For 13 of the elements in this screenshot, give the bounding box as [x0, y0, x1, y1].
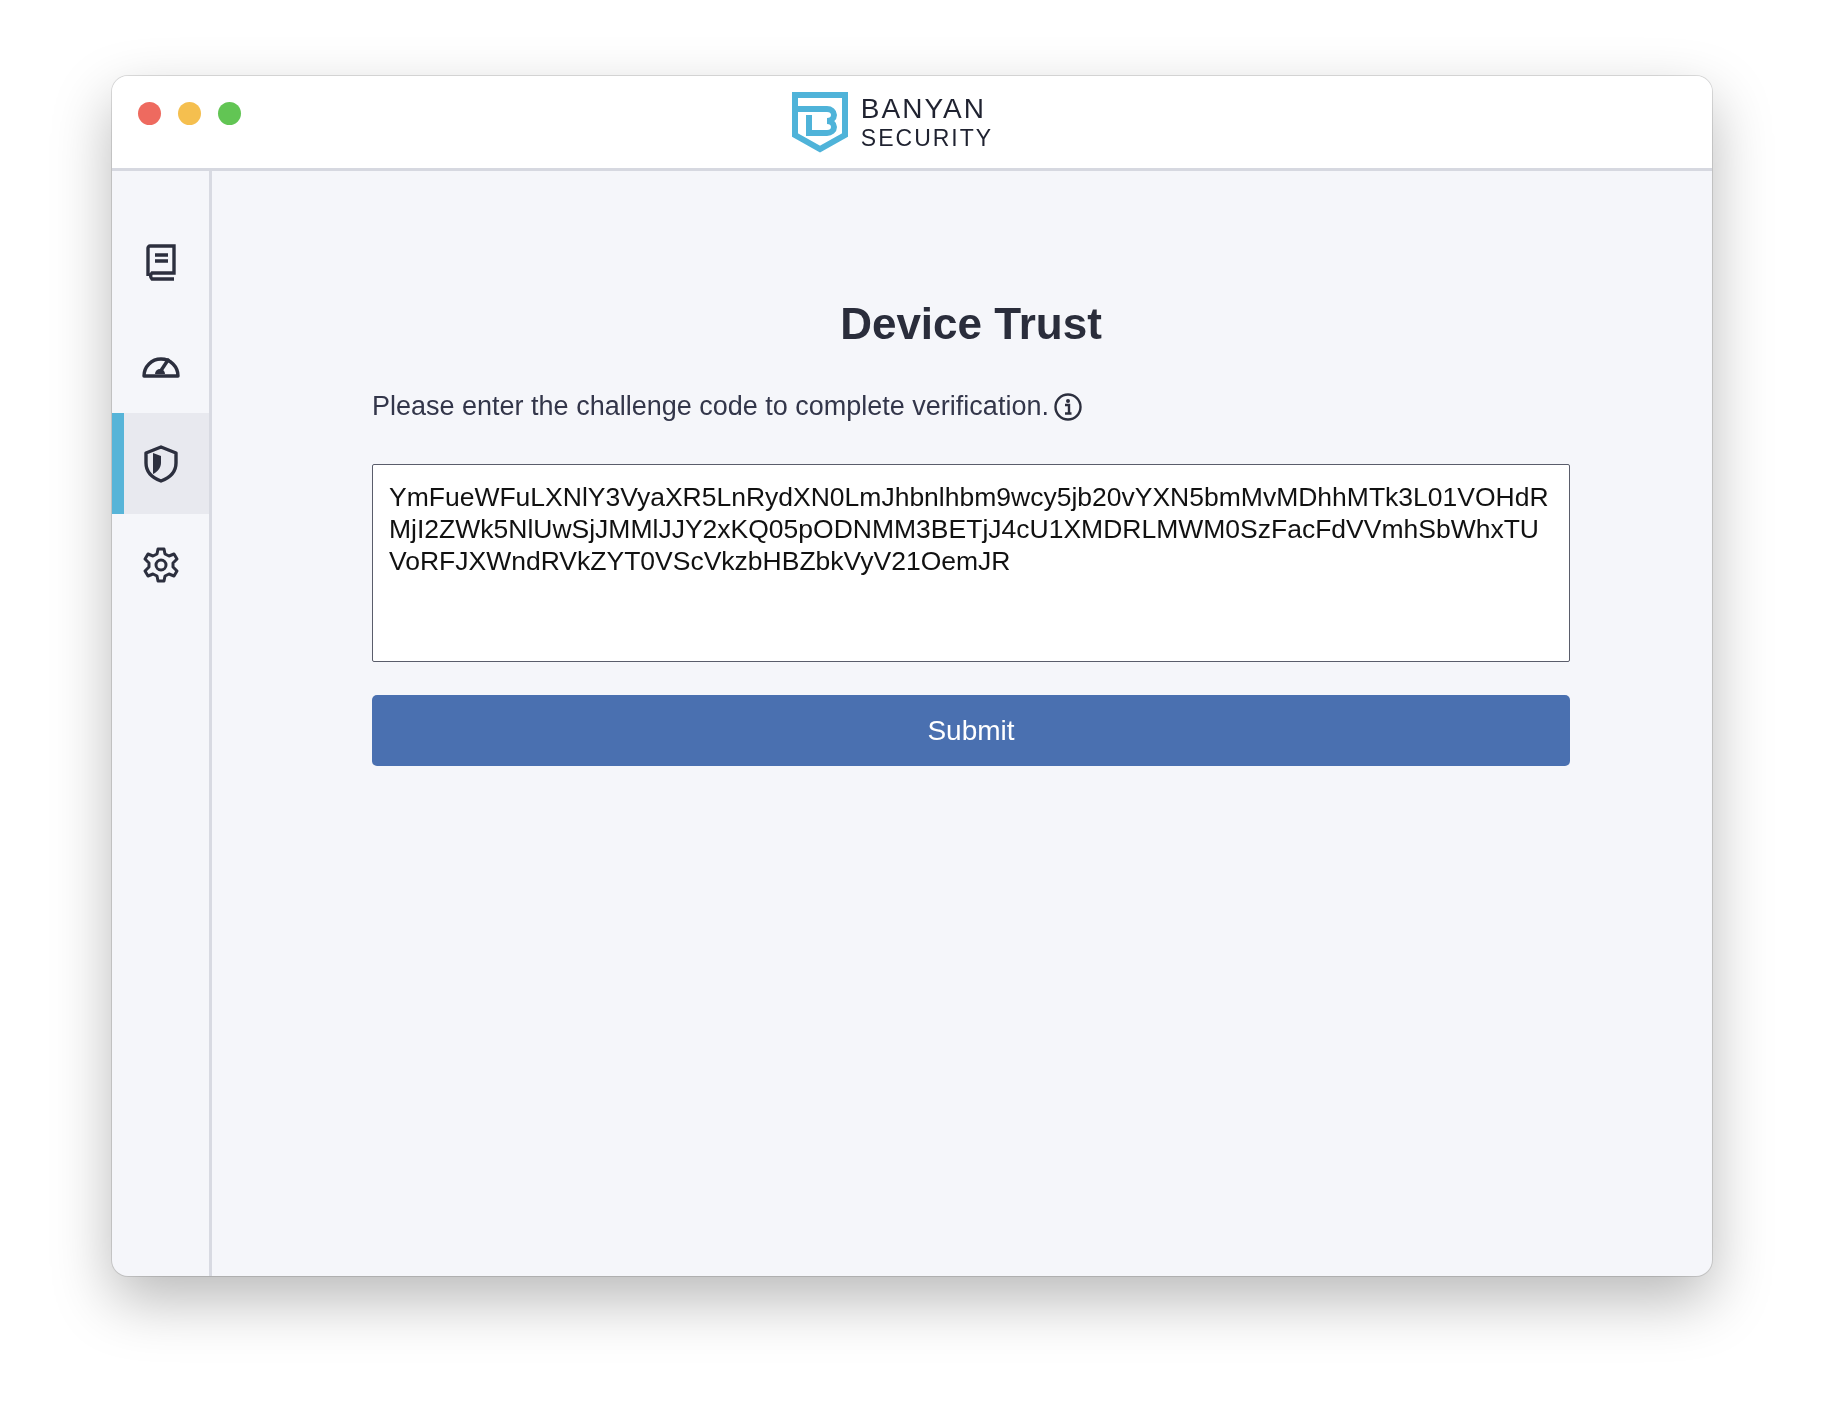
logo-icon	[790, 91, 849, 153]
shield-icon	[142, 443, 179, 484]
logo-subtext: SECURITY	[860, 126, 994, 150]
settings-icon	[141, 545, 180, 584]
info-icon[interactable]	[1052, 391, 1083, 422]
window-control[interactable]	[138, 102, 161, 125]
challenge-code-field[interactable]: YmFueWFuLXNlY3VyaXR5LnRydXN0LmJhbnlhbm9wcy5jb20vYXN5bmMvMDhhMTk3L01VOHdRMjI2ZWk5NlUwSjJMMlJJY2xKQ05pODNMM3BETjJ4cU1XMDRLMWM0SzFacFdVVmhSbWhxTUVoRFJXWndRVkZYT0VScVkzbHBZbkVyV21OemJR	[372, 464, 1570, 662]
logo-text: BANYAN	[860, 94, 987, 123]
submit-button[interactable]: Submit	[372, 695, 1570, 766]
page-title: Device Trust	[839, 299, 1103, 349]
book-icon	[143, 242, 178, 281]
instruction-text: Please enter the challenge code to complete verification.	[372, 391, 1049, 422]
sidebar-item[interactable]	[112, 413, 209, 514]
